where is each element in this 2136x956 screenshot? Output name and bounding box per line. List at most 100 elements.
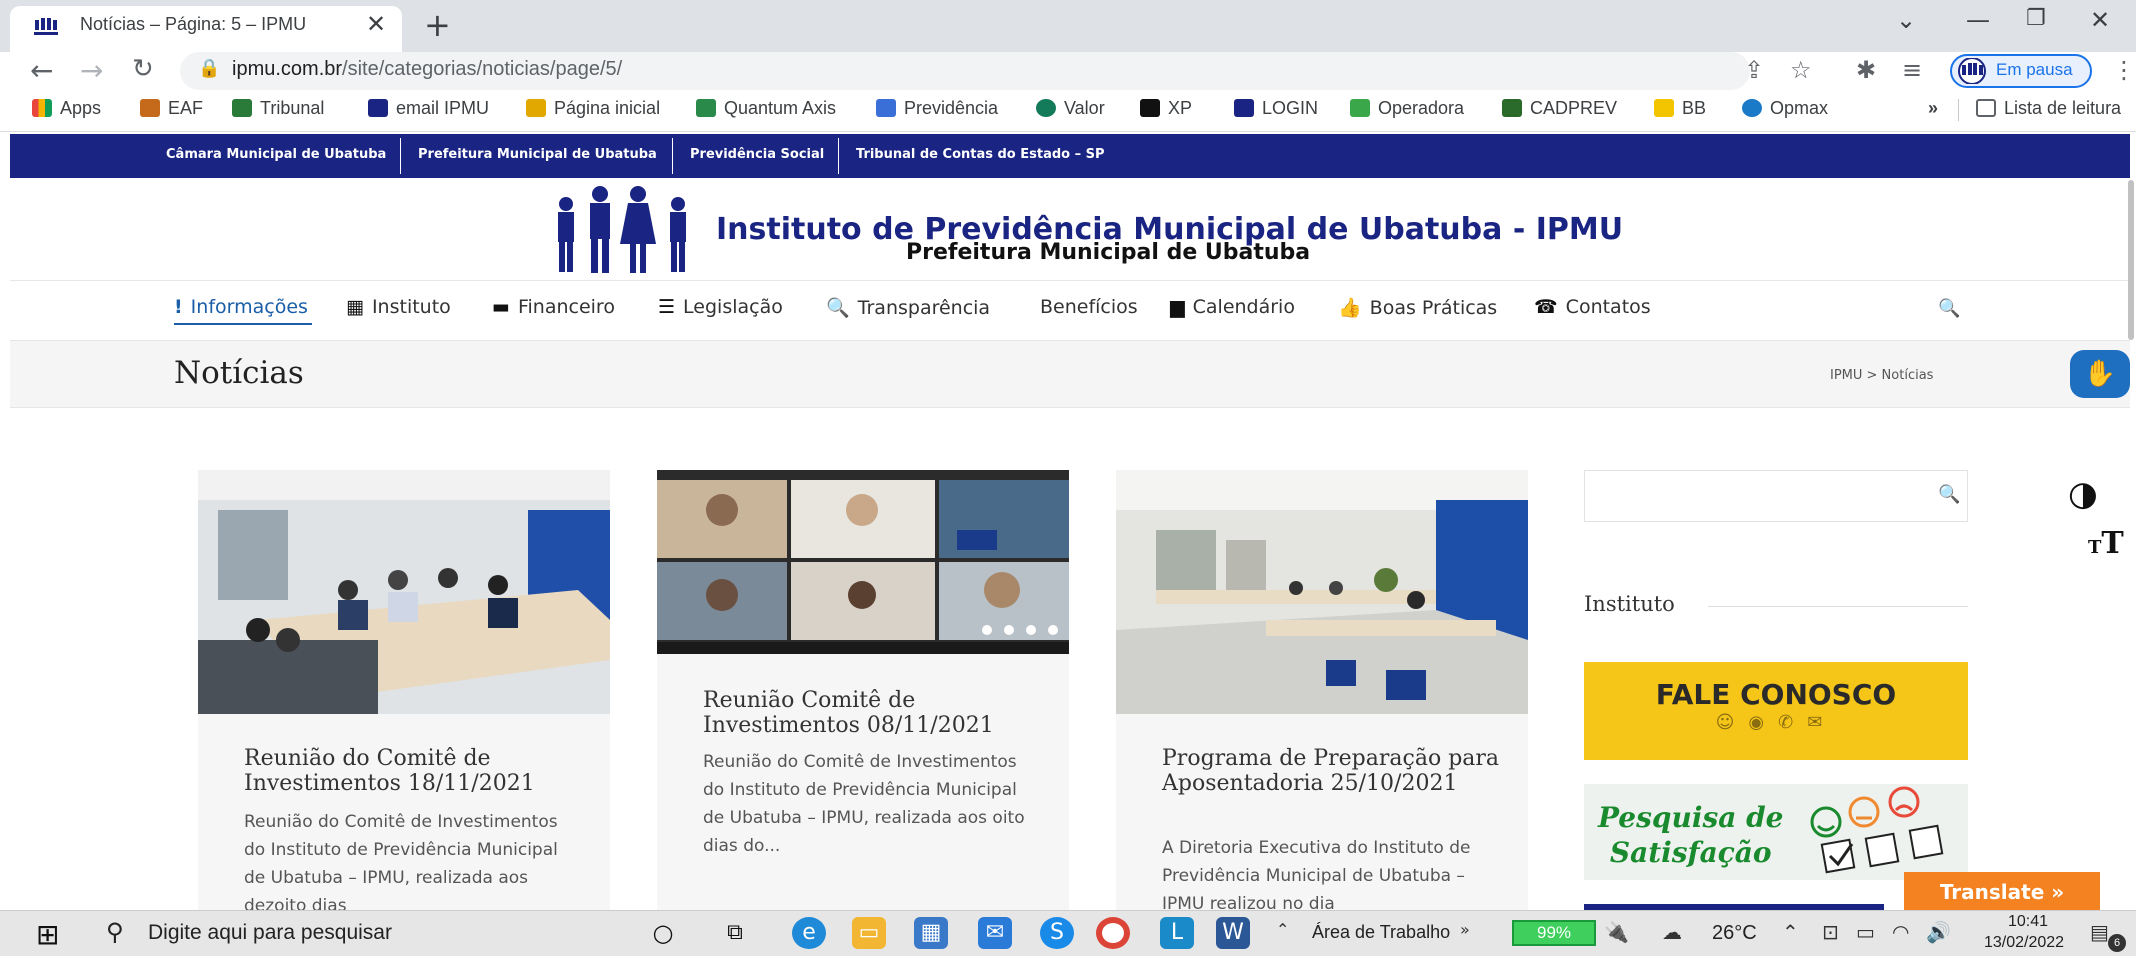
app-l-icon[interactable]: L	[1160, 917, 1194, 949]
taskbar-search-input[interactable]: Digite aqui para pesquisar	[148, 921, 392, 945]
menu-calendario[interactable]: ▆ Calendário	[1170, 296, 1295, 318]
lock-icon[interactable]: 🔒	[198, 58, 220, 79]
link-tribunal-contas[interactable]: Tribunal de Contas do Estado – SP	[856, 147, 1105, 162]
video-call-photo[interactable]	[657, 470, 1069, 654]
minimize-button[interactable]: —	[1966, 6, 1990, 34]
bookmark-star-icon[interactable]: ☆	[1790, 56, 1812, 84]
tab-search-chevron-down-icon[interactable]: ⌄	[1896, 6, 1916, 34]
link-prefeitura[interactable]: Prefeitura Municipal de Ubatuba	[418, 147, 657, 162]
news-title[interactable]: Reunião Comitê de Investimentos 08/11/20…	[703, 688, 1043, 738]
clock-time[interactable]: 10:41	[1990, 913, 2066, 931]
power-plug-icon[interactable]: 🔌	[1604, 920, 1629, 944]
bookmark-pagina-inicial[interactable]: Página inicial	[526, 98, 660, 119]
cortana-circle-icon[interactable]: ○	[646, 917, 680, 949]
sidebar-search-input[interactable]	[1584, 470, 1968, 522]
wifi-icon[interactable]: ◠	[1892, 920, 1909, 944]
browser-menu-icon[interactable]: ⋮	[2112, 56, 2136, 84]
page-scrollbar[interactable]	[2128, 180, 2134, 340]
weather-temperature[interactable]: 26°C	[1712, 922, 1757, 945]
link-camara[interactable]: Câmara Municipal de Ubatuba	[166, 147, 386, 162]
media-queue-icon[interactable]: ≡	[1902, 56, 1922, 84]
forward-arrow-icon[interactable]: →	[80, 54, 103, 87]
fale-conosco-banner[interactable]	[1584, 662, 1968, 760]
search-icon[interactable]: 🔍	[1938, 484, 1960, 505]
breadcrumb[interactable]: IPMU > Notícias	[1830, 368, 1933, 383]
bookmark-previdencia[interactable]: Previdência	[876, 98, 998, 119]
menu-boas-praticas[interactable]: 👍 Boas Práticas	[1338, 296, 1497, 319]
bookmark-cadprev[interactable]: CADPREV	[1502, 98, 1617, 119]
news-card[interactable]: Programa de Preparação para Aposentadori…	[1116, 470, 1528, 914]
word-icon[interactable]: W	[1216, 917, 1250, 949]
task-view-icon[interactable]: ⧉	[718, 917, 752, 949]
sign-language-hands-icon[interactable]: ✋	[2070, 350, 2130, 398]
bookmark-quantum-axis[interactable]: Quantum Axis	[696, 98, 836, 119]
tray-chevron-up-icon[interactable]: ⌃	[1782, 920, 1799, 944]
link-divider	[672, 138, 673, 174]
wallet-icon: ▬	[492, 296, 510, 318]
taskbar-search-icon[interactable]: ⚲	[106, 918, 124, 946]
home-logo-icon	[526, 99, 546, 117]
bookmark-valor[interactable]: Valor	[1036, 98, 1105, 119]
desktop-toolbar-label[interactable]: Área de Trabalho	[1312, 922, 1450, 943]
cadprev-icon	[1502, 99, 1522, 117]
bookmark-login[interactable]: LOGIN	[1234, 98, 1318, 119]
more-bookmarks-button[interactable]: »	[1928, 98, 1938, 119]
bookmark-apps[interactable]: Apps	[32, 98, 101, 119]
menu-search-icon[interactable]: 🔍	[1938, 298, 1960, 319]
taskbar-overflow-chevron-icon[interactable]: ⌃	[1276, 920, 1289, 939]
restore-button[interactable]: ❐	[2026, 6, 2046, 31]
ipmu-logo-figures-icon[interactable]	[548, 182, 700, 274]
notifications-icon[interactable]: ▤	[2090, 920, 2109, 944]
reload-icon[interactable]: ↻	[132, 54, 154, 84]
news-title[interactable]: Programa de Preparação para Aposentadori…	[1162, 746, 1502, 796]
menu-financeiro[interactable]: ▬ Financeiro	[492, 296, 615, 318]
menu-legislacao[interactable]: ☰ Legislação	[658, 296, 783, 318]
chrome-icon[interactable]	[1096, 917, 1130, 949]
battery-icon[interactable]: ▭	[1856, 920, 1875, 944]
extensions-puzzle-icon[interactable]: ✱	[1856, 56, 1876, 84]
clock-date[interactable]: 13/02/2022	[1974, 934, 2074, 952]
back-arrow-icon[interactable]: ←	[30, 54, 53, 87]
tray-app-icon[interactable]: ⊡	[1822, 920, 1839, 944]
close-window-button[interactable]: ✕	[2090, 6, 2110, 34]
file-explorer-icon[interactable]: ▭	[852, 917, 886, 949]
windows-start-icon[interactable]: ⊞	[36, 918, 59, 951]
bookmark-tribunal[interactable]: Tribunal	[232, 98, 324, 119]
url-text[interactable]: ipmu.com.br/site/categorias/noticias/pag…	[232, 58, 622, 81]
link-divider	[400, 138, 401, 174]
page-title: Notícias	[174, 355, 304, 391]
menu-informacoes[interactable]: ! Informações	[174, 296, 308, 318]
menu-instituto[interactable]: ▦ Instituto	[346, 296, 451, 318]
menu-contatos[interactable]: ☎ Contatos	[1534, 296, 1651, 318]
meeting-photo[interactable]	[198, 470, 610, 714]
skype-icon[interactable]: S	[1040, 917, 1074, 949]
bookmark-operadora[interactable]: Operadora	[1350, 98, 1464, 119]
bookmark-opmax[interactable]: Opmax	[1742, 98, 1828, 119]
new-tab-button[interactable]: +	[424, 6, 451, 44]
classroom-photo[interactable]	[1116, 470, 1528, 714]
font-size-icon[interactable]: TT	[2088, 526, 2124, 561]
reading-list-button[interactable]: Lista de leitura	[1976, 98, 2121, 119]
bookmark-bb[interactable]: BB	[1654, 98, 1706, 119]
edge-browser-icon[interactable]: e	[792, 917, 826, 949]
share-icon[interactable]: ⇪	[1744, 56, 1764, 84]
mail-icon[interactable]: ✉	[978, 917, 1012, 949]
battery-meter[interactable]: 99%	[1512, 920, 1596, 946]
weather-cloud-icon[interactable]: ☁	[1662, 920, 1682, 944]
menu-beneficios[interactable]: Benefícios	[1040, 296, 1138, 318]
news-title[interactable]: Reunião do Comitê de Investimentos 18/11…	[244, 746, 584, 796]
store-icon[interactable]: ▦	[914, 917, 948, 949]
news-card[interactable]: Reunião do Comitê de Investimentos 18/11…	[198, 470, 610, 916]
tab-close-icon[interactable]: ✕	[366, 10, 386, 38]
contrast-icon[interactable]: ◑	[2068, 474, 2098, 514]
menu-label: Calendário	[1192, 296, 1295, 318]
toolbar-expand-icon[interactable]: »	[1460, 920, 1470, 939]
translate-button[interactable]: Translate »	[1904, 872, 2100, 912]
menu-transparencia[interactable]: 🔍 Transparência	[826, 296, 990, 319]
bookmark-eaf[interactable]: EAF	[140, 98, 203, 119]
news-card[interactable]: Reunião Comitê de Investimentos 08/11/20…	[657, 470, 1069, 910]
bookmark-email-ipmu[interactable]: email IPMU	[368, 98, 489, 119]
link-previdencia-social[interactable]: Previdência Social	[690, 147, 824, 162]
bookmark-xp[interactable]: XP	[1140, 98, 1192, 119]
volume-icon[interactable]: 🔊	[1926, 920, 1951, 944]
